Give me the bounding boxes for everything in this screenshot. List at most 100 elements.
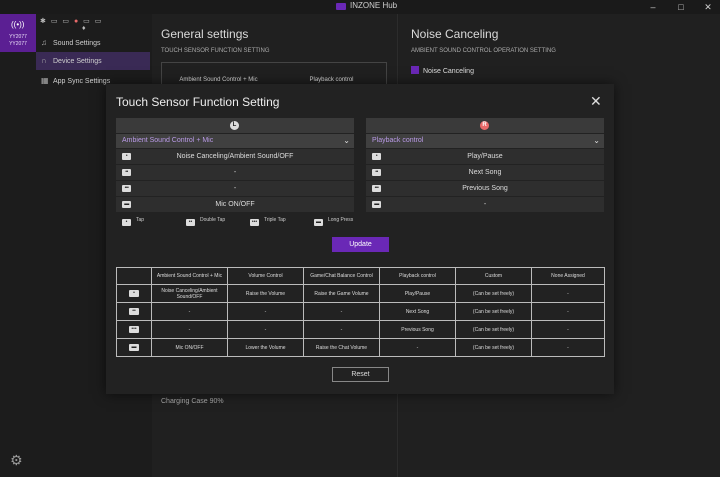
row-label: Mic ON/OFF [215, 201, 255, 208]
table-cell: - [379, 338, 456, 357]
table-header: Custom [455, 267, 532, 285]
long-press-icon: ▬ [129, 344, 139, 351]
legend-long-press: ▬ Long Press [314, 217, 353, 226]
table-cell: Raise the Chat Volume [303, 338, 380, 357]
tap-icon: • [122, 153, 131, 160]
legend-double-tap: •• Double Tap [186, 217, 225, 226]
table-cell: - [531, 284, 605, 303]
table-cell: Raise the Game Volume [303, 284, 380, 303]
double-tap-icon: •• [372, 169, 381, 176]
left-sensor-column: L Ambient Sound Control + Mic ⌄ • Noise Ca… [116, 118, 354, 212]
double-tap-icon: •• [129, 308, 139, 315]
right-sensor-column: R Playback control ⌄ • Play/Pause •• Next S… [366, 118, 604, 212]
legend-label: Triple Tap [264, 217, 286, 223]
table-cell: Noise Canceling/Ambient Sound/OFF [151, 284, 228, 303]
row-label: Next Song [468, 169, 502, 176]
table-cell: - [151, 320, 228, 339]
legend-label: Long Press [328, 217, 354, 223]
right-row-double-tap: •• Next Song [366, 165, 604, 180]
table-row: • Noise Canceling/Ambient Sound/OFF Rais… [116, 284, 605, 303]
triple-tap-icon: ••• [372, 185, 381, 192]
table-cell: •• [116, 302, 152, 321]
table-cell: - [227, 320, 304, 339]
right-function-select[interactable]: Playback control ⌄ [366, 134, 604, 148]
table-cell: Mic ON/OFF [151, 338, 228, 357]
row-label: Play/Pause [467, 153, 503, 160]
table-cell: - [227, 302, 304, 321]
row-label: - [233, 169, 237, 176]
table-cell: Play/Pause [379, 284, 456, 303]
table-cell: (Can be set freely) [455, 320, 532, 339]
table-cell: - [303, 320, 380, 339]
table-cell: • [116, 284, 152, 303]
table-header: Volume Control [227, 267, 304, 285]
close-icon[interactable]: ✕ [590, 93, 602, 110]
table-cell: - [531, 338, 605, 357]
table-cell: Lower the Volume [227, 338, 304, 357]
table-cell: - [531, 320, 605, 339]
legend-label: Double Tap [200, 217, 226, 223]
tap-icon: • [122, 219, 131, 226]
left-badge-icon: L [230, 121, 239, 130]
row-label: - [483, 201, 487, 208]
left-function-select[interactable]: Ambient Sound Control + Mic ⌄ [116, 134, 354, 148]
row-label: Noise Canceling/Ambient Sound/OFF [176, 153, 294, 160]
long-press-icon: ▬ [122, 201, 131, 208]
select-value: Playback control [372, 137, 424, 144]
table-header: None Assigned [531, 267, 605, 285]
chevron-down-icon: ⌄ [593, 136, 600, 145]
table-cell: Next Song [379, 302, 456, 321]
triple-tap-icon: ••• [250, 219, 259, 226]
table-header-row: Ambient Sound Control + Mic Volume Contr… [116, 267, 605, 285]
right-badge-icon: R [480, 121, 489, 130]
legend-tap: • Tap [122, 217, 144, 226]
left-row-double-tap: •• - [116, 165, 354, 180]
table-row: ••• - - - Previous Song (Can be set free… [116, 320, 605, 339]
right-row-tap: • Play/Pause [366, 149, 604, 164]
touch-sensor-dialog: Touch Sensor Function Setting ✕ L Ambien… [106, 84, 614, 394]
table-cell: ••• [116, 320, 152, 339]
table-cell: - [151, 302, 228, 321]
triple-tap-icon: ••• [129, 326, 139, 333]
left-row-tap: • Noise Canceling/Ambient Sound/OFF [116, 149, 354, 164]
table-header [116, 267, 152, 285]
table-cell: Previous Song [379, 320, 456, 339]
triple-tap-icon: ••• [122, 185, 131, 192]
table-header: Game/Chat Balance Control [303, 267, 380, 285]
table-cell: ▬ [116, 338, 152, 357]
tap-icon: • [372, 153, 381, 160]
long-press-icon: ▬ [372, 201, 381, 208]
long-press-icon: ▬ [314, 219, 323, 226]
tap-icon: • [129, 290, 139, 297]
table-row: •• - - - Next Song (Can be set freely) - [116, 302, 605, 321]
table-cell: (Can be set freely) [455, 284, 532, 303]
double-tap-icon: •• [186, 219, 195, 226]
inzone-hub-window: INZONE Hub – □ ✕ ((•)) YY2077 YY2077 ✱ ▭… [0, 0, 720, 477]
table-header: Playback control [379, 267, 456, 285]
update-button[interactable]: Update [332, 237, 389, 252]
dialog-title: Touch Sensor Function Setting [116, 95, 280, 109]
chevron-down-icon: ⌄ [343, 136, 350, 145]
table-row: ▬ Mic ON/OFF Lower the Volume Raise the … [116, 338, 605, 357]
table-cell: - [303, 302, 380, 321]
table-cell: Raise the Volume [227, 284, 304, 303]
right-row-triple-tap: ••• Previous Song [366, 181, 604, 196]
legend-triple-tap: ••• Triple Tap [250, 217, 286, 226]
legend-label: Tap [136, 217, 145, 223]
right-row-long-press: ▬ - [366, 197, 604, 212]
reset-button[interactable]: Reset [332, 367, 389, 382]
left-row-long-press: ▬ Mic ON/OFF [116, 197, 354, 212]
row-label: Previous Song [462, 185, 508, 192]
table-cell: (Can be set freely) [455, 338, 532, 357]
left-row-triple-tap: ••• - [116, 181, 354, 196]
table-header: Ambient Sound Control + Mic [151, 267, 228, 285]
select-value: Ambient Sound Control + Mic [122, 137, 214, 144]
left-sensor-header: L [116, 118, 354, 133]
modal-overlay: Touch Sensor Function Setting ✕ L Ambien… [0, 0, 720, 477]
table-cell: - [531, 302, 605, 321]
right-sensor-header: R [366, 118, 604, 133]
row-label: - [233, 185, 237, 192]
assignment-table: Ambient Sound Control + Mic Volume Contr… [116, 267, 605, 357]
double-tap-icon: •• [122, 169, 131, 176]
table-cell: (Can be set freely) [455, 302, 532, 321]
